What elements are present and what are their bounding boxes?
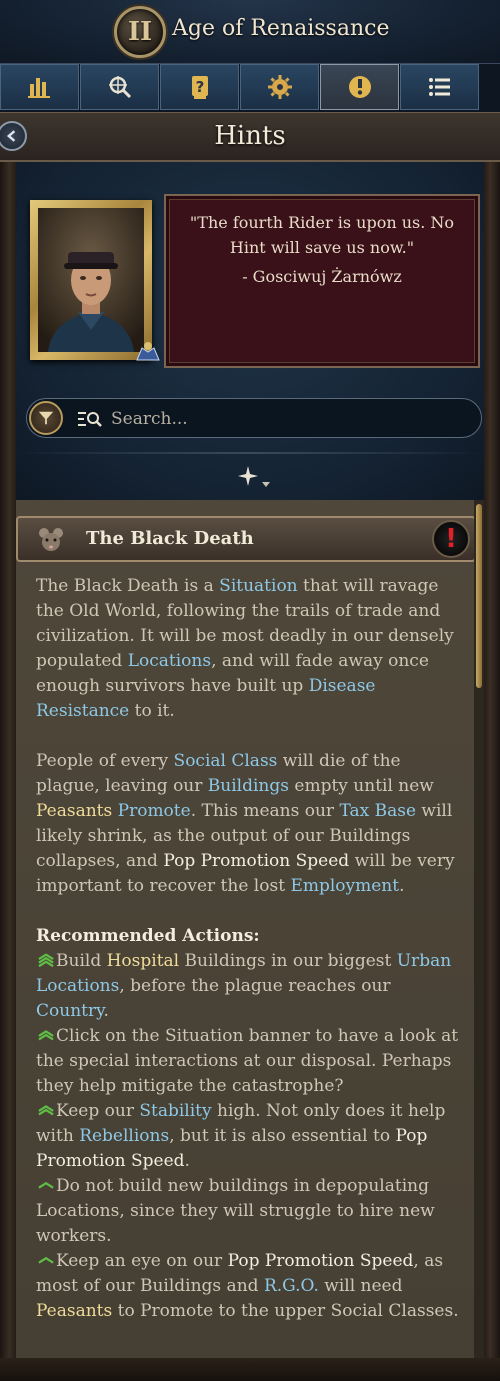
rank-badge-icon (136, 342, 160, 361)
divider (16, 452, 484, 454)
tab-list[interactable] (400, 64, 479, 110)
advisor-quote-box: "The fourth Rider is upon us. No Hint wi… (164, 194, 480, 368)
recommended-action: Keep an eye on our Pop Promotion Speed, … (36, 1249, 466, 1324)
hint-link[interactable]: Buildings (208, 776, 289, 796)
recommended-action: Do not build new buildings in depopulati… (36, 1174, 466, 1249)
hint-text: , before the plague reaches our (119, 976, 391, 996)
priority-low-icon (38, 1181, 54, 1189)
search-bar (26, 398, 482, 438)
hint-text: People of every (36, 751, 174, 771)
scrollbar-thumb[interactable] (476, 504, 482, 688)
rat-icon (39, 528, 63, 551)
tab-statistics[interactable] (0, 64, 79, 110)
svg-text:?: ? (195, 78, 204, 96)
age-emblem-numeral: II (127, 17, 153, 47)
hint-text: Do not build new buildings in depopulati… (36, 1176, 435, 1246)
hint-text: Build (56, 951, 107, 971)
hint-text: Click on the Situation banner to have a … (36, 1026, 459, 1096)
hint-text: , but it is also essential to (169, 1126, 396, 1146)
hint-link[interactable]: Country (36, 1001, 103, 1021)
hint-text: empty until new (288, 776, 434, 796)
recommended-action: Click on the Situation banner to have a … (36, 1024, 466, 1099)
title-bar: II Age of Renaissance (0, 0, 500, 64)
hint-text: Buildings in our biggest (179, 951, 397, 971)
window-title: Age of Renaissance (172, 16, 390, 41)
recommended-action: Build Hospital Buildings in our biggest … (36, 949, 466, 1024)
priority-medium-icon (38, 1105, 54, 1116)
hint-text: to Promote to the upper Social Classes. (112, 1301, 459, 1321)
hint-text: . (103, 1001, 109, 1021)
priority-high-icon (38, 953, 54, 968)
portrait-frame (30, 200, 152, 360)
search-icon (78, 412, 102, 427)
panel-header: Hints (0, 112, 500, 162)
collapse-toggle-icon[interactable] (234, 462, 278, 492)
hint-text: . This means our (190, 801, 340, 821)
highlighted-term: Peasants (36, 1301, 113, 1321)
hint-link[interactable]: Rebellions (79, 1126, 169, 1146)
list-icon (428, 78, 450, 96)
hint-paragraph-1: The Black Death is a Situation that will… (36, 574, 466, 724)
hint-content: The Black Death ! The Black Death is a S… (16, 500, 484, 1360)
hint-text: . (399, 876, 405, 896)
magnifier-compass-icon (108, 76, 131, 99)
recommended-actions-heading: Recommended Actions: (36, 926, 260, 946)
hint-banner[interactable]: The Black Death ! (16, 516, 476, 562)
info-icon (348, 76, 371, 98)
advisor-quote: "The fourth Rider is upon us. No Hint wi… (189, 213, 455, 257)
highlighted-term: Pop Promotion Speed (163, 851, 350, 871)
tab-bar: ? (0, 64, 500, 112)
frame-left (0, 162, 16, 1381)
hint-link[interactable]: R.G.O. (264, 1276, 319, 1296)
tab-question[interactable]: ? (160, 64, 239, 110)
bar-chart-icon (27, 78, 50, 98)
hint-text: will need (318, 1276, 403, 1296)
page-title: Hints (214, 121, 286, 151)
tab-info[interactable] (320, 64, 399, 110)
priority-medium-icon (38, 1030, 54, 1041)
highlighted-term: Peasants (36, 801, 113, 821)
hint-body: The Black Death is a Situation that will… (36, 574, 466, 1324)
filter-funnel-icon (38, 411, 54, 425)
hint-link[interactable]: Stability (139, 1101, 211, 1121)
filter-button[interactable] (29, 401, 63, 435)
priority-low-icon (38, 1256, 54, 1264)
recommended-action: Keep our Stability high. Not only does i… (36, 1099, 466, 1174)
gear-icon (267, 75, 292, 99)
search-input[interactable] (111, 405, 471, 433)
alert-mark: ! (445, 524, 457, 554)
hint-link[interactable]: Locations (128, 651, 211, 671)
hint-title: The Black Death (86, 528, 254, 549)
advisor-portrait[interactable] (38, 208, 144, 352)
highlighted-term: Hospital (106, 951, 180, 971)
hint-text: The Black Death is a (36, 576, 220, 596)
advisor-panel: "The fourth Rider is upon us. No Hint wi… (16, 162, 484, 500)
recommended-actions-list: Build Hospital Buildings in our biggest … (36, 949, 466, 1324)
hint-link[interactable]: Tax Base (339, 801, 416, 821)
highlighted-term: Pop Promotion Speed (227, 1251, 414, 1271)
hint-paragraph-2: People of every Social Class will die of… (36, 749, 466, 899)
age-emblem-icon: II (114, 6, 166, 58)
panel-footer (0, 1358, 500, 1381)
hint-text: Keep our (56, 1101, 140, 1121)
hint-text: . (184, 1151, 190, 1171)
question-scroll-icon: ? (191, 76, 208, 99)
hint-link[interactable]: Situation (219, 576, 297, 596)
hint-link[interactable]: Social Class (174, 751, 278, 771)
tab-search-map[interactable] (80, 64, 159, 110)
scrollbar[interactable] (474, 500, 484, 1360)
hint-link[interactable]: Employment (290, 876, 399, 896)
hint-text: to it. (129, 701, 175, 721)
frame-right (484, 162, 500, 1381)
advisor-name: - Gosciwuj Żarnówz (242, 267, 402, 286)
hint-text: Keep an eye on our (56, 1251, 228, 1271)
tab-settings[interactable] (240, 64, 319, 110)
advisor-portrait-image (38, 208, 144, 352)
hint-link[interactable]: Promote (118, 801, 191, 821)
alert-icon: ! (432, 520, 470, 558)
